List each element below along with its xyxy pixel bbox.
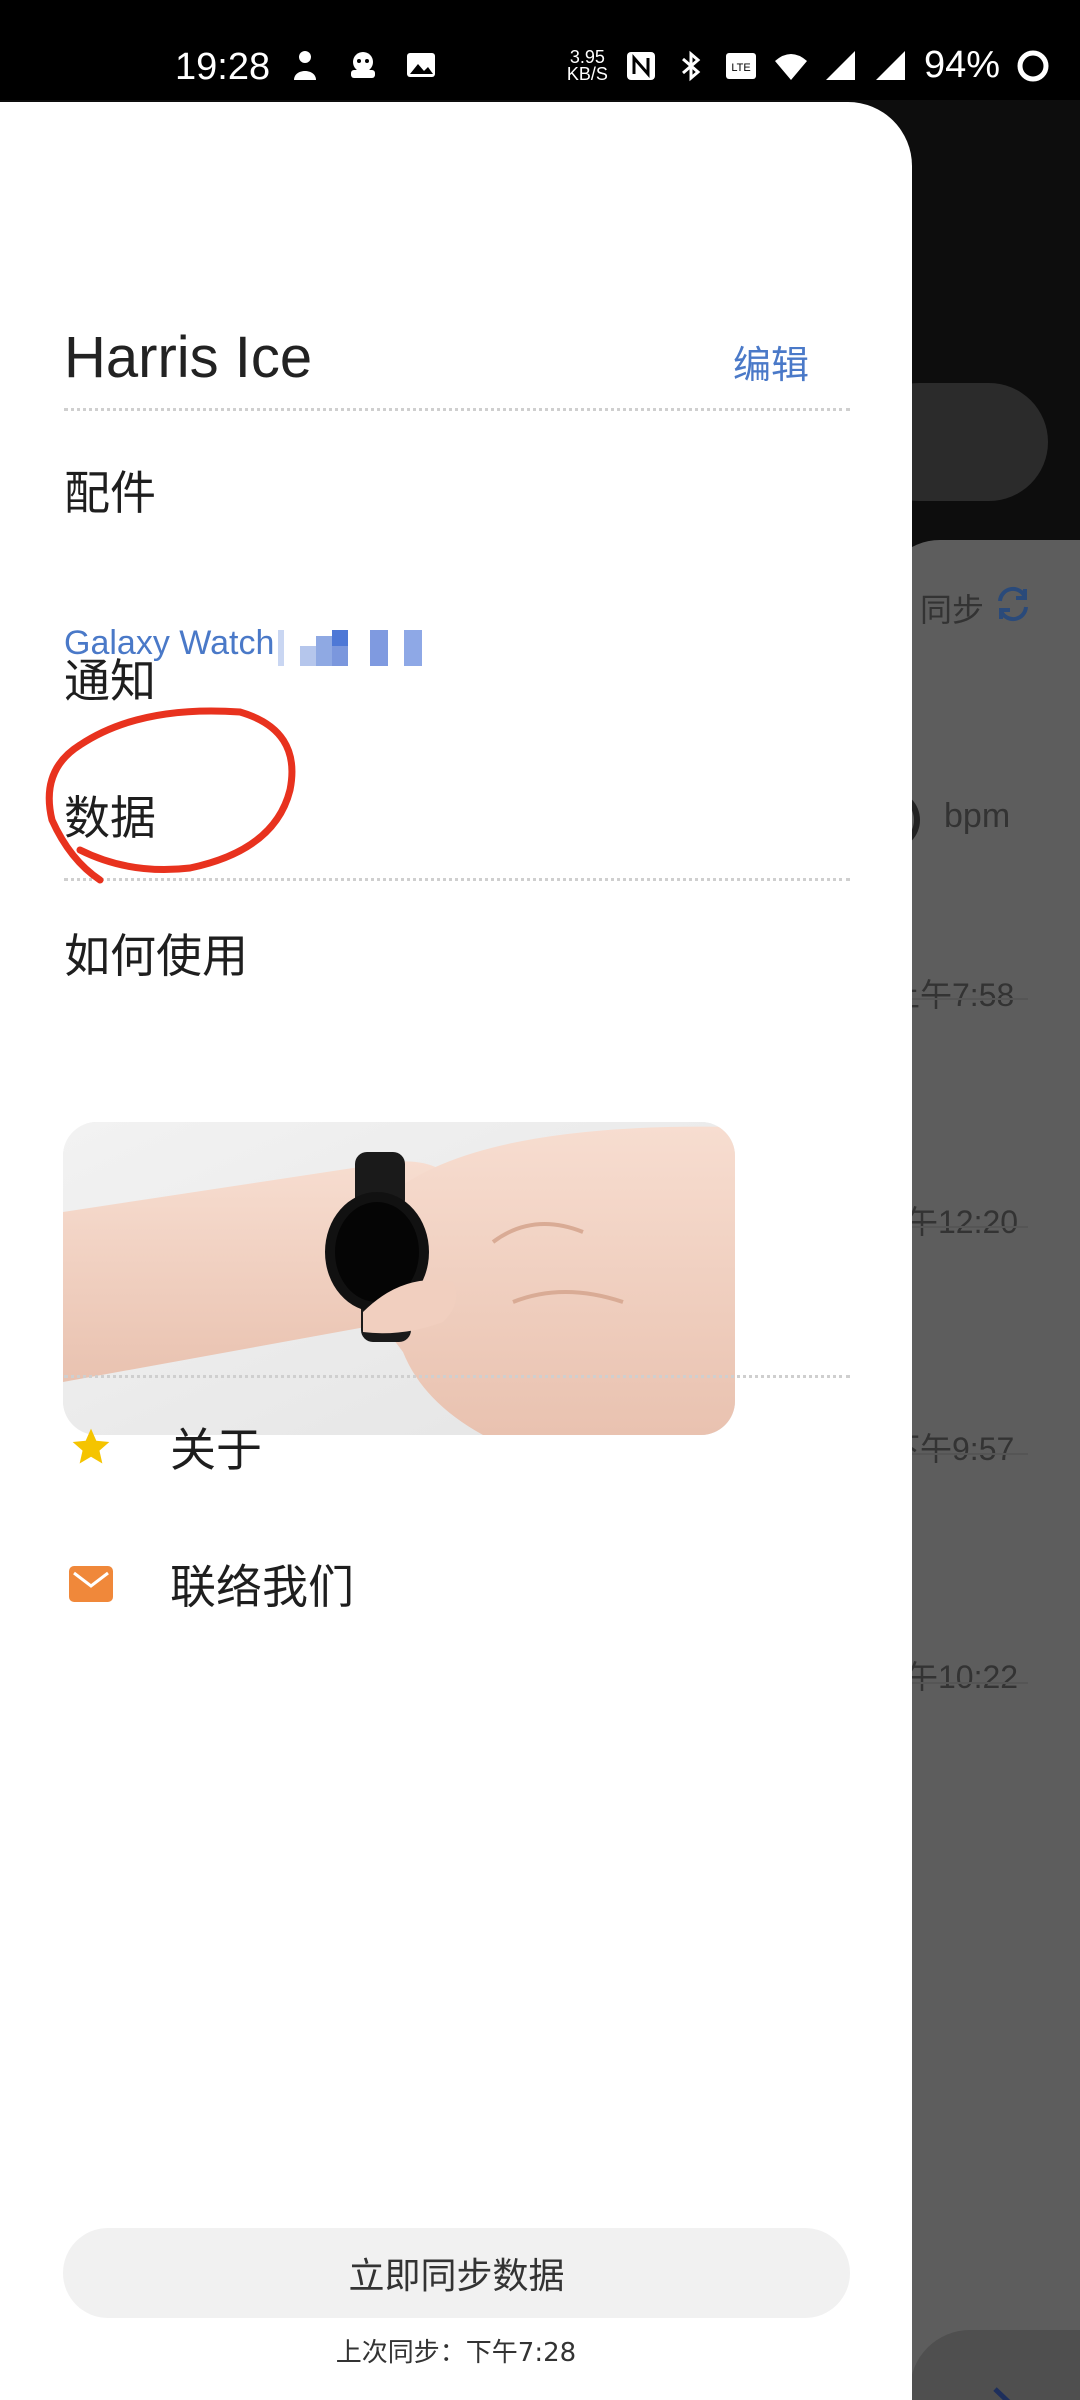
about-label: 关于 [170,1423,262,1477]
how-to-use-image[interactable] [63,1122,735,1435]
status-bar: 19:28 3.95 KB/S LTE 94% [0,0,1080,100]
battery-percent: 94% [923,44,1000,86]
battery-ring-icon [1017,50,1049,81]
background-bpm-label: bpm [944,797,1011,835]
accessory-title[interactable]: 配件 [64,457,156,523]
net-speed-value: 3.95 [569,46,605,67]
divider [64,1375,850,1378]
background-time: 午12:20 [906,1204,1019,1240]
about-item[interactable]: 关于 [64,1412,262,1482]
contact-us-label: 联络我们 [170,1560,354,1614]
person-icon [294,51,316,80]
svg-text:LTE: LTE [731,62,750,74]
net-speed-unit: KB/S [566,63,608,84]
image-icon [407,53,435,77]
redacted-mosaic [278,630,422,666]
navigation-drawer: Harris Ice 编辑 配件 Galaxy Watch 通知 数据 如何使用 [0,102,912,2400]
robot-icon [351,52,375,78]
signal-icon [825,50,855,80]
volte-icon: LTE [725,52,756,79]
status-right: 3.95 KB/S LTE 94% [567,44,1050,87]
edit-button[interactable]: 编辑 [733,334,809,389]
mail-icon [64,1557,118,1611]
background-time: 午10:22 [906,1659,1019,1695]
signal-icon [875,50,905,80]
annotation-circle [45,707,296,884]
wifi-icon [774,53,807,80]
nfc-icon [626,51,655,80]
chevron-right-icon [993,2387,1011,2400]
contact-us-item[interactable]: 联络我们 [64,1549,354,1619]
user-name: Harris Ice [64,325,313,390]
status-time: 19:28 [175,46,271,88]
background-sync-label: 同步 [920,592,985,628]
divider [64,408,850,411]
bluetooth-icon [681,50,701,81]
sync-now-button[interactable]: 立即同步数据 [63,2228,850,2318]
how-to-use-title[interactable]: 如何使用 [64,920,248,986]
net-speed: 3.95 KB/S [566,46,608,84]
sync-icon [998,586,1028,622]
last-sync-text: 上次同步：下午7:28 [335,2338,577,2368]
star-icon [64,1420,118,1474]
status-left-icons [288,48,438,82]
